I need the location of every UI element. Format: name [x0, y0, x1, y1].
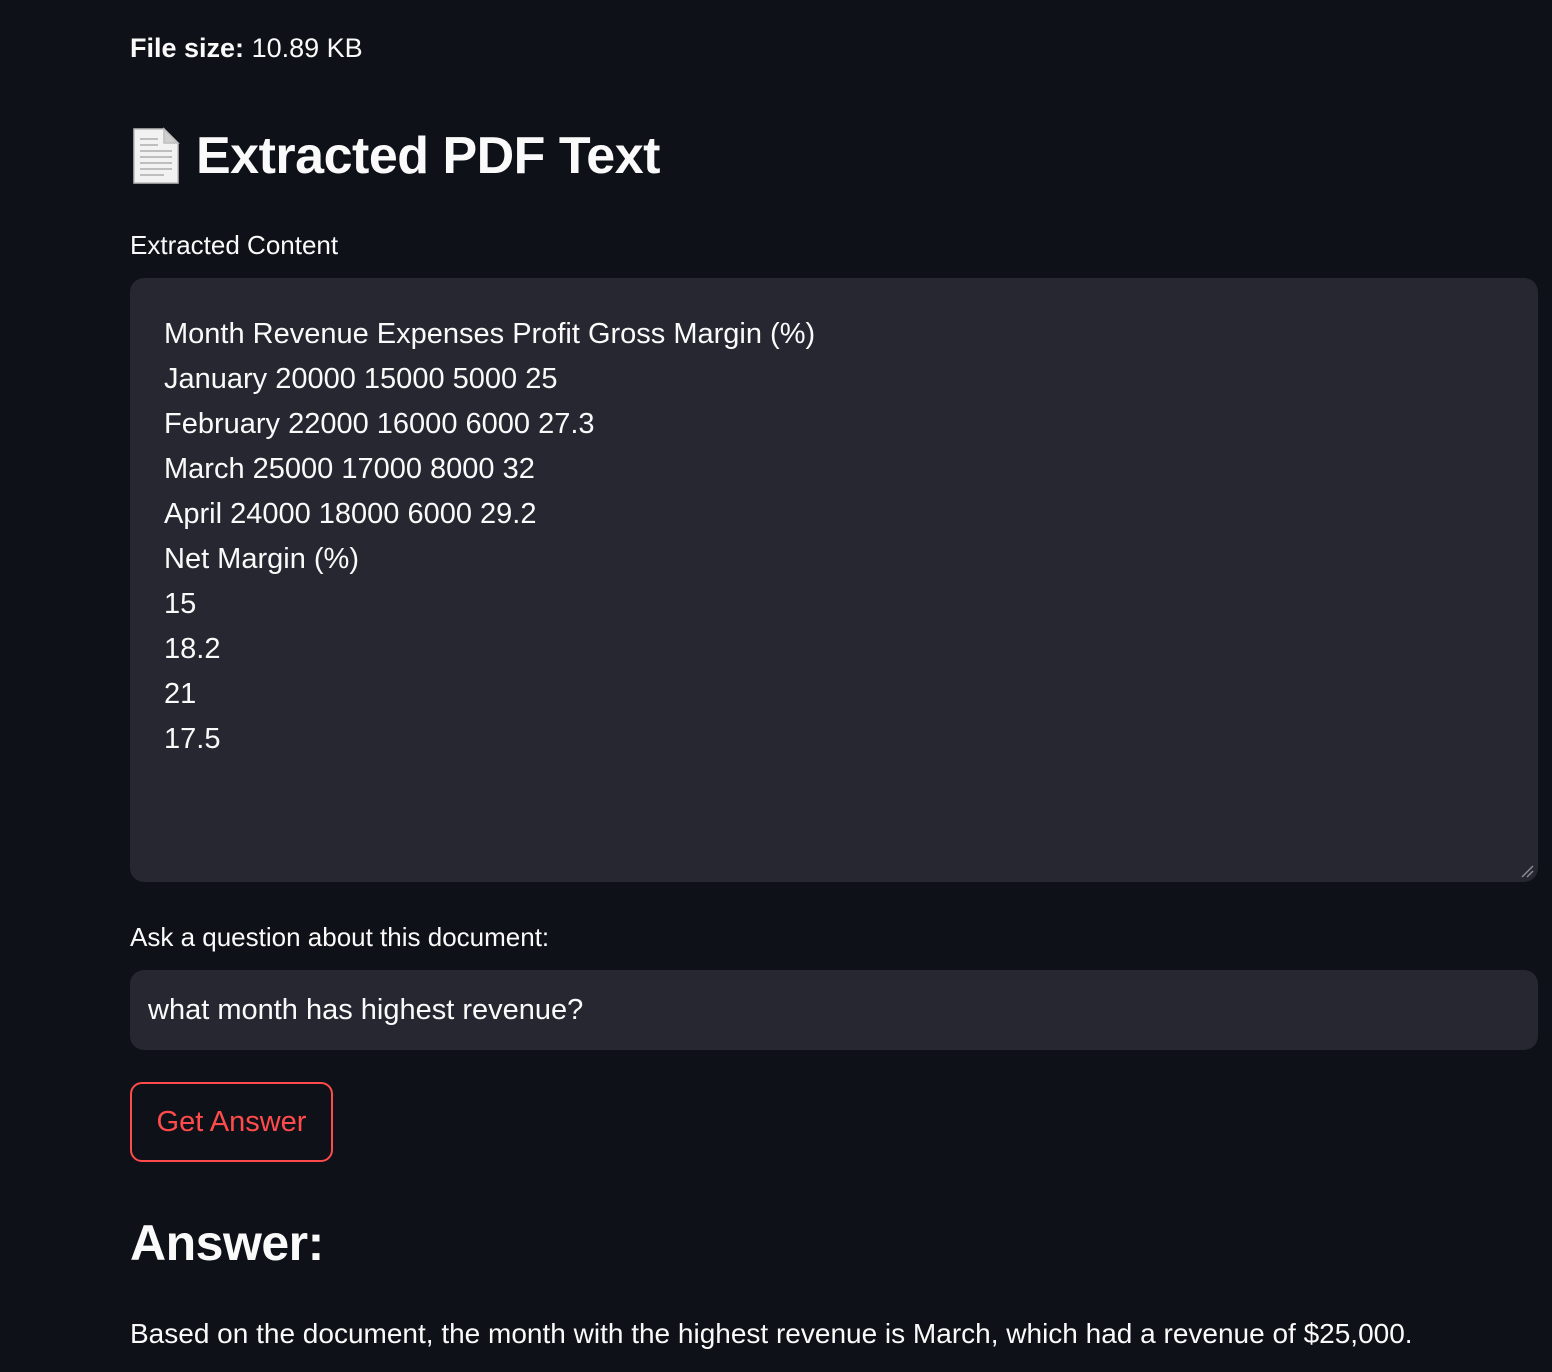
file-size-label: File size:	[130, 33, 245, 63]
question-input[interactable]: what month has highest revenue?	[130, 970, 1538, 1050]
document-icon	[130, 127, 182, 185]
extracted-line: 17.5	[164, 723, 221, 755]
extracted-line: Month Revenue Expenses Profit Gross Marg…	[164, 318, 816, 350]
extracted-content-textarea[interactable]: Month Revenue Expenses Profit Gross Marg…	[130, 278, 1538, 882]
extracted-line: 21	[164, 678, 197, 710]
question-label: Ask a question about this document:	[130, 922, 550, 952]
resize-handle-icon[interactable]	[1520, 864, 1534, 878]
extracted-line: March 25000 17000 8000 32	[164, 453, 535, 485]
section-heading: Extracted PDF Text	[130, 122, 660, 190]
file-size-info: File size: 10.89 KB	[130, 30, 363, 66]
page-title: Extracted PDF Text	[196, 127, 660, 185]
get-answer-button[interactable]: Get Answer	[130, 1082, 333, 1162]
extracted-line: January 20000 15000 5000 25	[164, 363, 558, 395]
extracted-line: February 22000 16000 6000 27.3	[164, 408, 595, 440]
extracted-line: 15	[164, 588, 197, 620]
answer-text: Based on the document, the month with th…	[130, 1318, 1413, 1349]
answer-heading: Answer:	[130, 1215, 324, 1271]
extracted-line: 18.2	[164, 633, 221, 665]
extracted-line: Net Margin (%)	[164, 543, 359, 575]
extracted-line: April 24000 18000 6000 29.2	[164, 498, 537, 530]
main-content: File size: 10.89 KB Extracted PDF Text E…	[0, 0, 1552, 1372]
extracted-content-label: Extracted Content	[130, 230, 339, 260]
file-size-value: 10.89 KB	[251, 33, 363, 63]
